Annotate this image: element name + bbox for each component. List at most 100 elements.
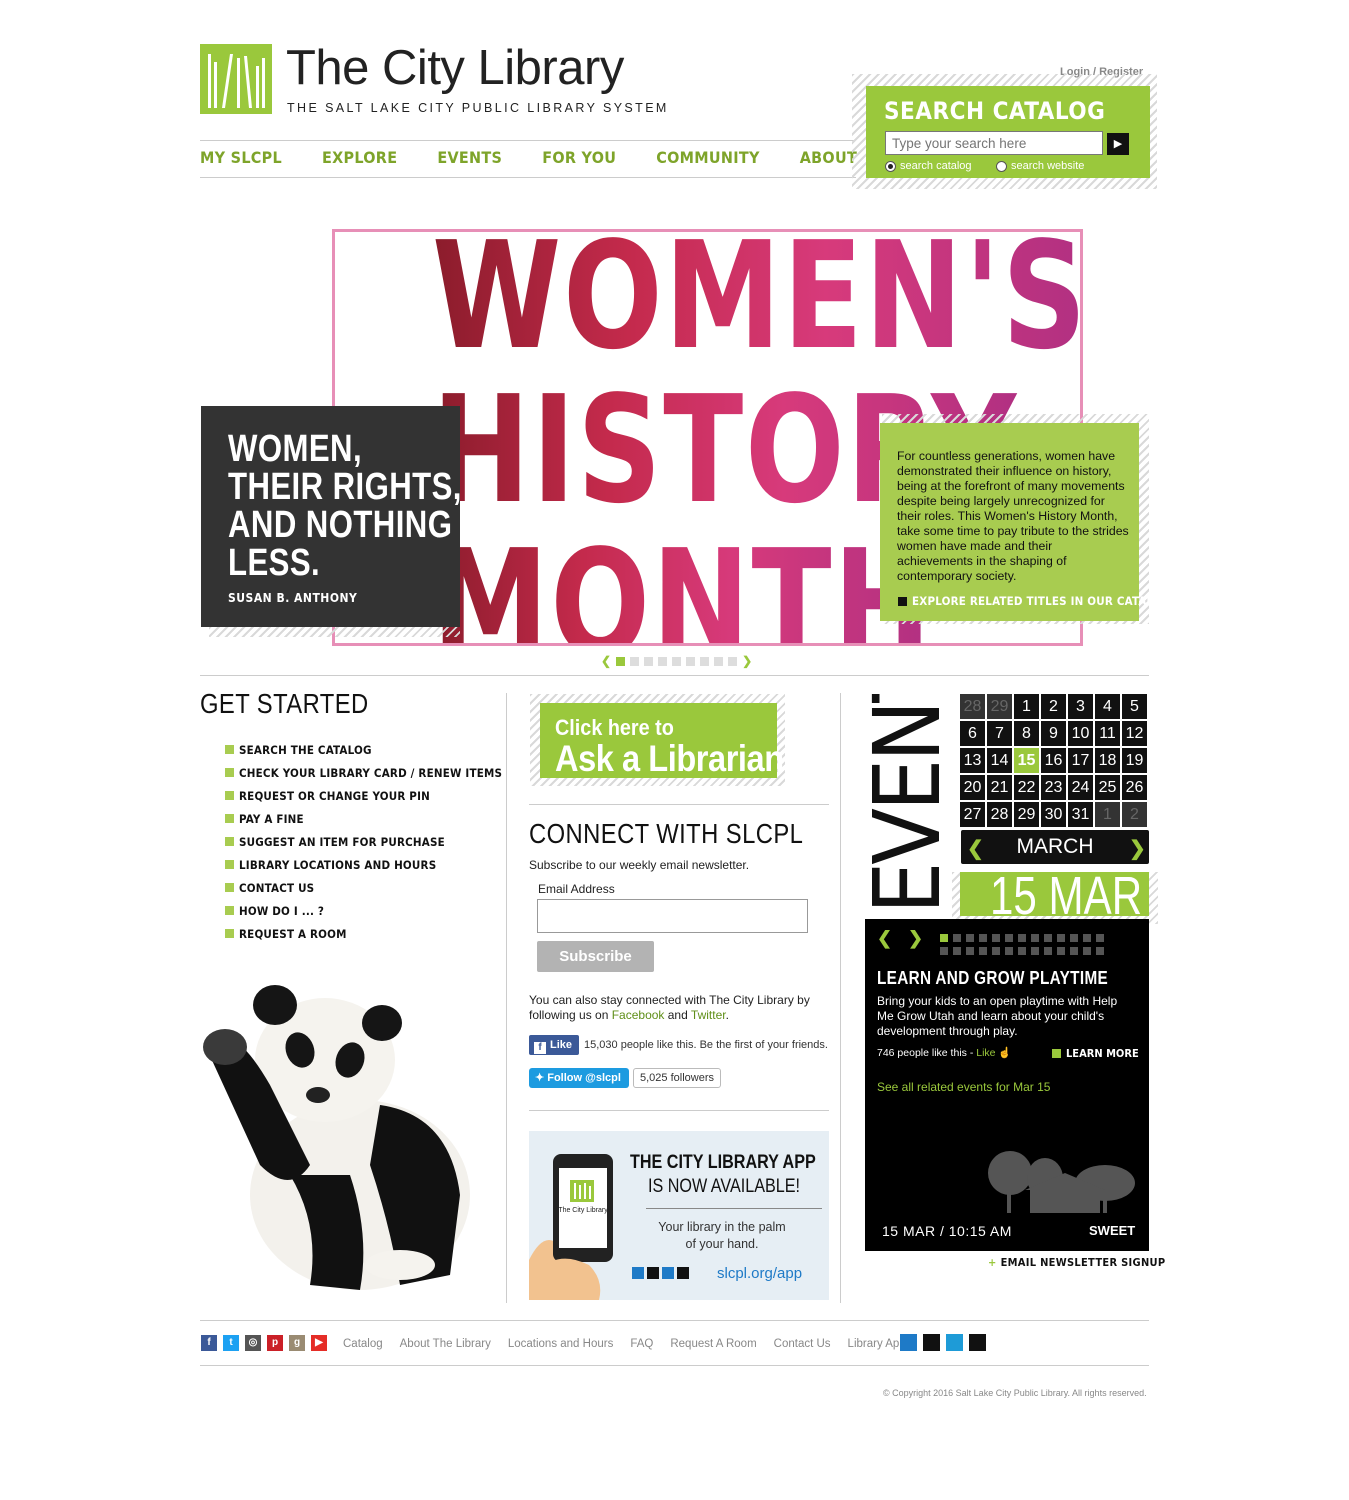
- get-started-item[interactable]: CHECK YOUR LIBRARY CARD / RENEW ITEMS: [225, 761, 502, 784]
- nav-community[interactable]: COMMUNITY: [656, 148, 759, 167]
- slider-dot[interactable]: [644, 656, 654, 666]
- calendar-day[interactable]: 19: [1122, 748, 1147, 773]
- footer-link-faq[interactable]: FAQ: [630, 1338, 653, 1350]
- calendar-day[interactable]: 6: [960, 721, 985, 746]
- calendar-day[interactable]: 16: [1041, 748, 1066, 773]
- youtube-icon[interactable]: ▶: [311, 1335, 327, 1351]
- app-url-link[interactable]: slcpl.org/app: [717, 1265, 802, 1282]
- google-play-icon[interactable]: [647, 1267, 659, 1279]
- pinterest-icon[interactable]: p: [267, 1335, 283, 1351]
- calendar-day[interactable]: 14: [987, 748, 1012, 773]
- windows-store-icon[interactable]: [946, 1334, 963, 1351]
- footer-link-contact[interactable]: Contact Us: [774, 1338, 831, 1350]
- slider-dot[interactable]: [686, 656, 696, 666]
- event-pager-dot[interactable]: [979, 934, 987, 942]
- event-pager-dot[interactable]: [953, 947, 961, 955]
- calendar-day[interactable]: 10: [1068, 721, 1093, 746]
- calendar-day[interactable]: 26: [1122, 775, 1147, 800]
- calendar-day[interactable]: 4: [1095, 694, 1120, 719]
- nav-events[interactable]: EVENTS: [437, 148, 502, 167]
- event-pager-dot[interactable]: [1044, 947, 1052, 955]
- radio-search-website[interactable]: search website: [996, 160, 1084, 172]
- event-pager-dot[interactable]: [1044, 934, 1052, 942]
- event-prev-icon[interactable]: ❮: [877, 928, 892, 949]
- facebook-link[interactable]: Facebook: [612, 1008, 665, 1022]
- event-pager-dot[interactable]: [1057, 934, 1065, 942]
- event-pager-dot[interactable]: [940, 934, 948, 942]
- event-pager-dot[interactable]: [1018, 934, 1026, 942]
- event-pager-dot[interactable]: [1005, 947, 1013, 955]
- calendar-day[interactable]: 3: [1068, 694, 1093, 719]
- windows-store-icon[interactable]: [677, 1267, 689, 1279]
- goodreads-icon[interactable]: g: [289, 1335, 305, 1351]
- event-pager-dot[interactable]: [992, 947, 1000, 955]
- event-pager-dot[interactable]: [1057, 947, 1065, 955]
- get-started-item[interactable]: LIBRARY LOCATIONS AND HOURS: [225, 853, 502, 876]
- learn-more-link[interactable]: LEARN MORE: [1052, 1047, 1139, 1060]
- instagram-icon[interactable]: ◎: [245, 1335, 261, 1351]
- event-next-icon[interactable]: ❯: [908, 928, 923, 949]
- event-pager-dot[interactable]: [1096, 934, 1104, 942]
- app-store-icon[interactable]: [900, 1334, 917, 1351]
- get-started-item[interactable]: CONTACT US: [225, 876, 502, 899]
- facebook-like-button[interactable]: f Like: [529, 1035, 579, 1055]
- calendar-day[interactable]: 17: [1068, 748, 1093, 773]
- calendar-day[interactable]: 31: [1068, 802, 1093, 827]
- calendar-day[interactable]: 2: [1041, 694, 1066, 719]
- event-pager-dot[interactable]: [953, 934, 961, 942]
- amazon-icon[interactable]: [969, 1334, 986, 1351]
- event-pager-dot[interactable]: [1018, 947, 1026, 955]
- get-started-item[interactable]: SUGGEST AN ITEM FOR PURCHASE: [225, 830, 502, 853]
- month-next-icon[interactable]: ❯: [1129, 836, 1146, 861]
- event-pager-dot[interactable]: [1083, 947, 1091, 955]
- calendar-day[interactable]: 20: [960, 775, 985, 800]
- slider-dot[interactable]: [658, 656, 668, 666]
- event-like-link[interactable]: Like: [976, 1047, 995, 1059]
- calendar-day[interactable]: 5: [1122, 694, 1147, 719]
- get-started-item[interactable]: REQUEST OR CHANGE YOUR PIN: [225, 784, 502, 807]
- get-started-item[interactable]: REQUEST A ROOM: [225, 922, 502, 945]
- event-pager-dot[interactable]: [1070, 934, 1078, 942]
- google-play-icon[interactable]: [923, 1334, 940, 1351]
- calendar-day[interactable]: 15: [1014, 748, 1039, 773]
- calendar-day[interactable]: 9: [1041, 721, 1066, 746]
- search-submit-button[interactable]: ▶: [1107, 133, 1129, 155]
- facebook-icon[interactable]: f: [201, 1335, 217, 1351]
- calendar-day[interactable]: 11: [1095, 721, 1120, 746]
- twitter-icon[interactable]: t: [223, 1335, 239, 1351]
- calendar-day[interactable]: 7: [987, 721, 1012, 746]
- slider-next-icon[interactable]: ❯: [742, 654, 752, 668]
- event-pager-dot[interactable]: [1070, 947, 1078, 955]
- slider-dot[interactable]: [672, 656, 682, 666]
- calendar-day[interactable]: 29: [987, 694, 1012, 719]
- slider-dot[interactable]: [616, 656, 626, 666]
- event-pager-dot[interactable]: [992, 934, 1000, 942]
- event-pager-dot[interactable]: [1031, 947, 1039, 955]
- app-store-icon[interactable]: [632, 1267, 644, 1279]
- calendar-day[interactable]: 1: [1095, 802, 1120, 827]
- calendar-day[interactable]: 2: [1122, 802, 1147, 827]
- event-pager-dot[interactable]: [979, 947, 987, 955]
- calendar-day[interactable]: 30: [1041, 802, 1066, 827]
- event-pager-dot[interactable]: [966, 947, 974, 955]
- event-pager-dot[interactable]: [966, 934, 974, 942]
- footer-link-catalog[interactable]: Catalog: [343, 1338, 383, 1350]
- calendar-day[interactable]: 1: [1014, 694, 1039, 719]
- calendar-day[interactable]: 21: [987, 775, 1012, 800]
- twitter-link[interactable]: Twitter: [691, 1008, 726, 1022]
- slider-prev-icon[interactable]: ❮: [601, 654, 611, 668]
- email-field[interactable]: [537, 899, 808, 933]
- calendar-day[interactable]: 24: [1068, 775, 1093, 800]
- calendar-day[interactable]: 25: [1095, 775, 1120, 800]
- event-pager-dot[interactable]: [1031, 934, 1039, 942]
- get-started-item[interactable]: HOW DO I ... ?: [225, 899, 502, 922]
- month-prev-icon[interactable]: ❮: [967, 836, 984, 861]
- event-pager-dot[interactable]: [1096, 947, 1104, 955]
- event-title[interactable]: LEARN AND GROW PLAYTIME: [877, 968, 1108, 989]
- library-logo-icon[interactable]: [200, 44, 272, 114]
- nav-explore[interactable]: EXPLORE: [322, 148, 397, 167]
- amazon-icon[interactable]: [662, 1267, 674, 1279]
- calendar-day[interactable]: 13: [960, 748, 985, 773]
- related-events-link[interactable]: See all related events for Mar 15: [877, 1080, 1050, 1094]
- event-pager-dot[interactable]: [1083, 934, 1091, 942]
